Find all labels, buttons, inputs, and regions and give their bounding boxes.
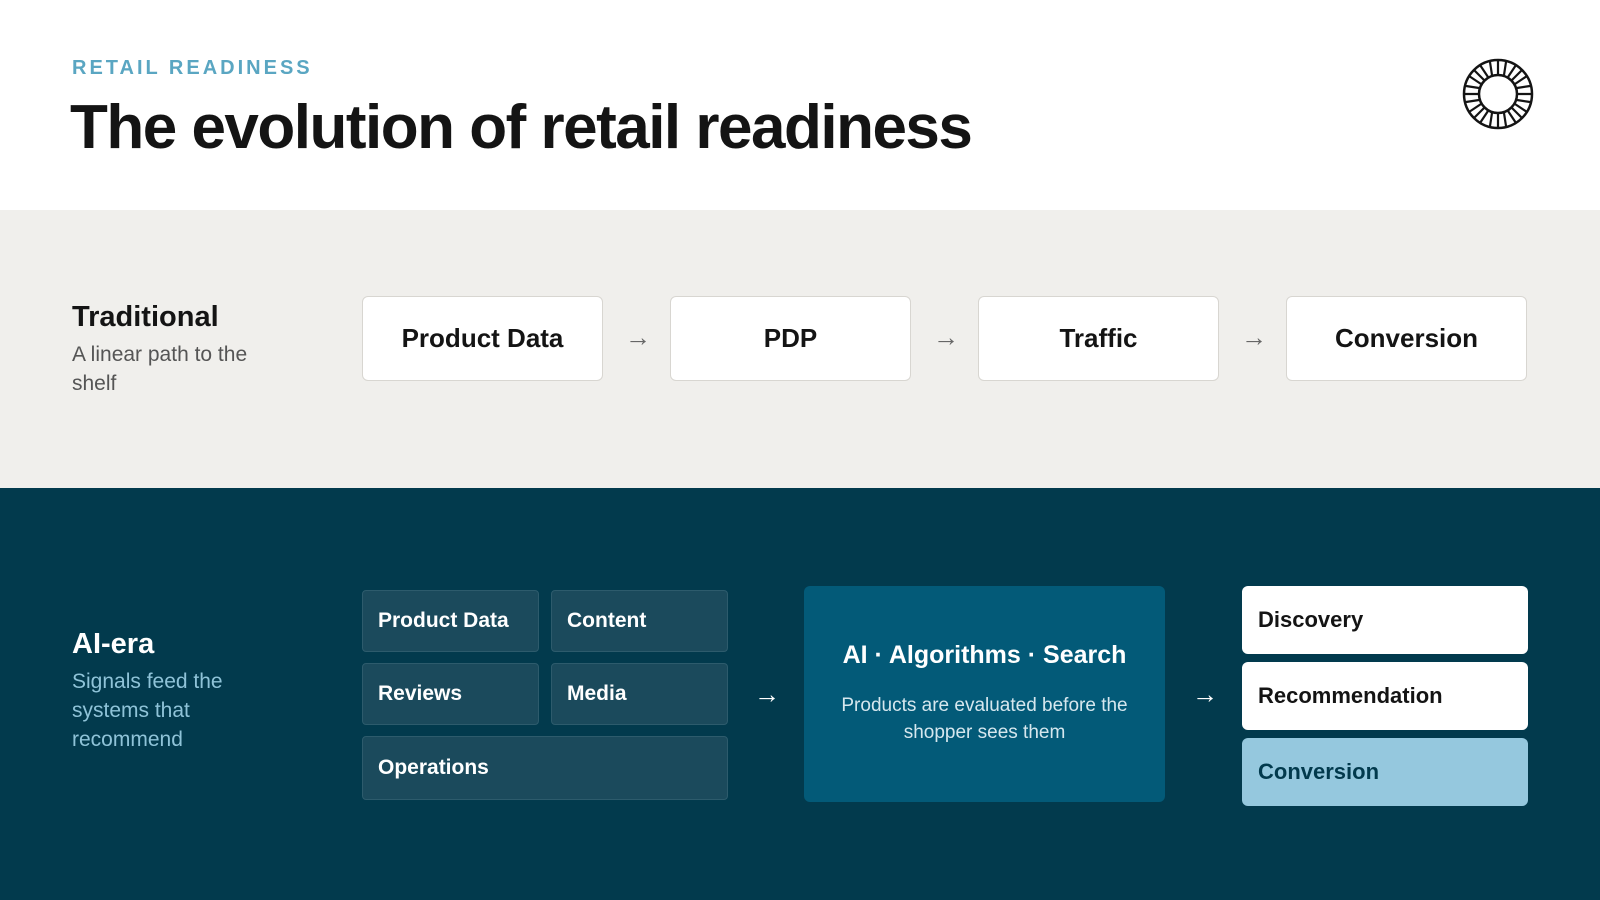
signal-content: Content [551,590,728,652]
step-conversion: Conversion [1286,296,1527,381]
traditional-title: Traditional [72,301,219,333]
ai-engine-subtitle: Products are evaluated before the shoppe… [841,695,1128,743]
signal-media: Media [551,663,728,725]
header: RETAIL READINESS The evolution of retail… [0,0,1600,210]
circular-wordmark-seal-icon [1462,58,1534,130]
traditional-label: Traditional A linear path to the shelf [72,300,272,398]
ai-era-title: AI-era [72,628,155,660]
ai-era-label: AI-era Signals feed the systems that rec… [72,627,262,754]
signal-reviews: Reviews [362,663,539,725]
outcome-conversion: Conversion [1242,738,1528,806]
step-traffic: Traffic [978,296,1219,381]
arrow-right-icon: → [933,322,959,352]
ai-engine-title: AI · Algorithms · Search [842,641,1127,669]
arrow-right-icon: → [625,322,651,352]
step-product-data: Product Data [362,296,603,381]
traditional-description: A linear path to the shelf [72,343,248,395]
signal-product-data: Product Data [362,590,539,652]
arrow-right-icon: → [1241,322,1267,352]
ai-era-description: Signals feed the systems that recommend [72,670,223,751]
page-title: The evolution of retail readiness [70,93,973,162]
arrow-right-icon: → [1192,679,1218,709]
eyebrow-label: RETAIL READINESS [72,57,313,79]
outcome-recommendation: Recommendation [1242,662,1528,730]
ai-engine-box: AI · Algorithms · Search Products are ev… [804,586,1165,802]
outcome-discovery: Discovery [1242,586,1528,654]
signal-operations: Operations [362,736,728,800]
arrow-right-icon: → [754,679,780,709]
step-pdp: PDP [670,296,911,381]
